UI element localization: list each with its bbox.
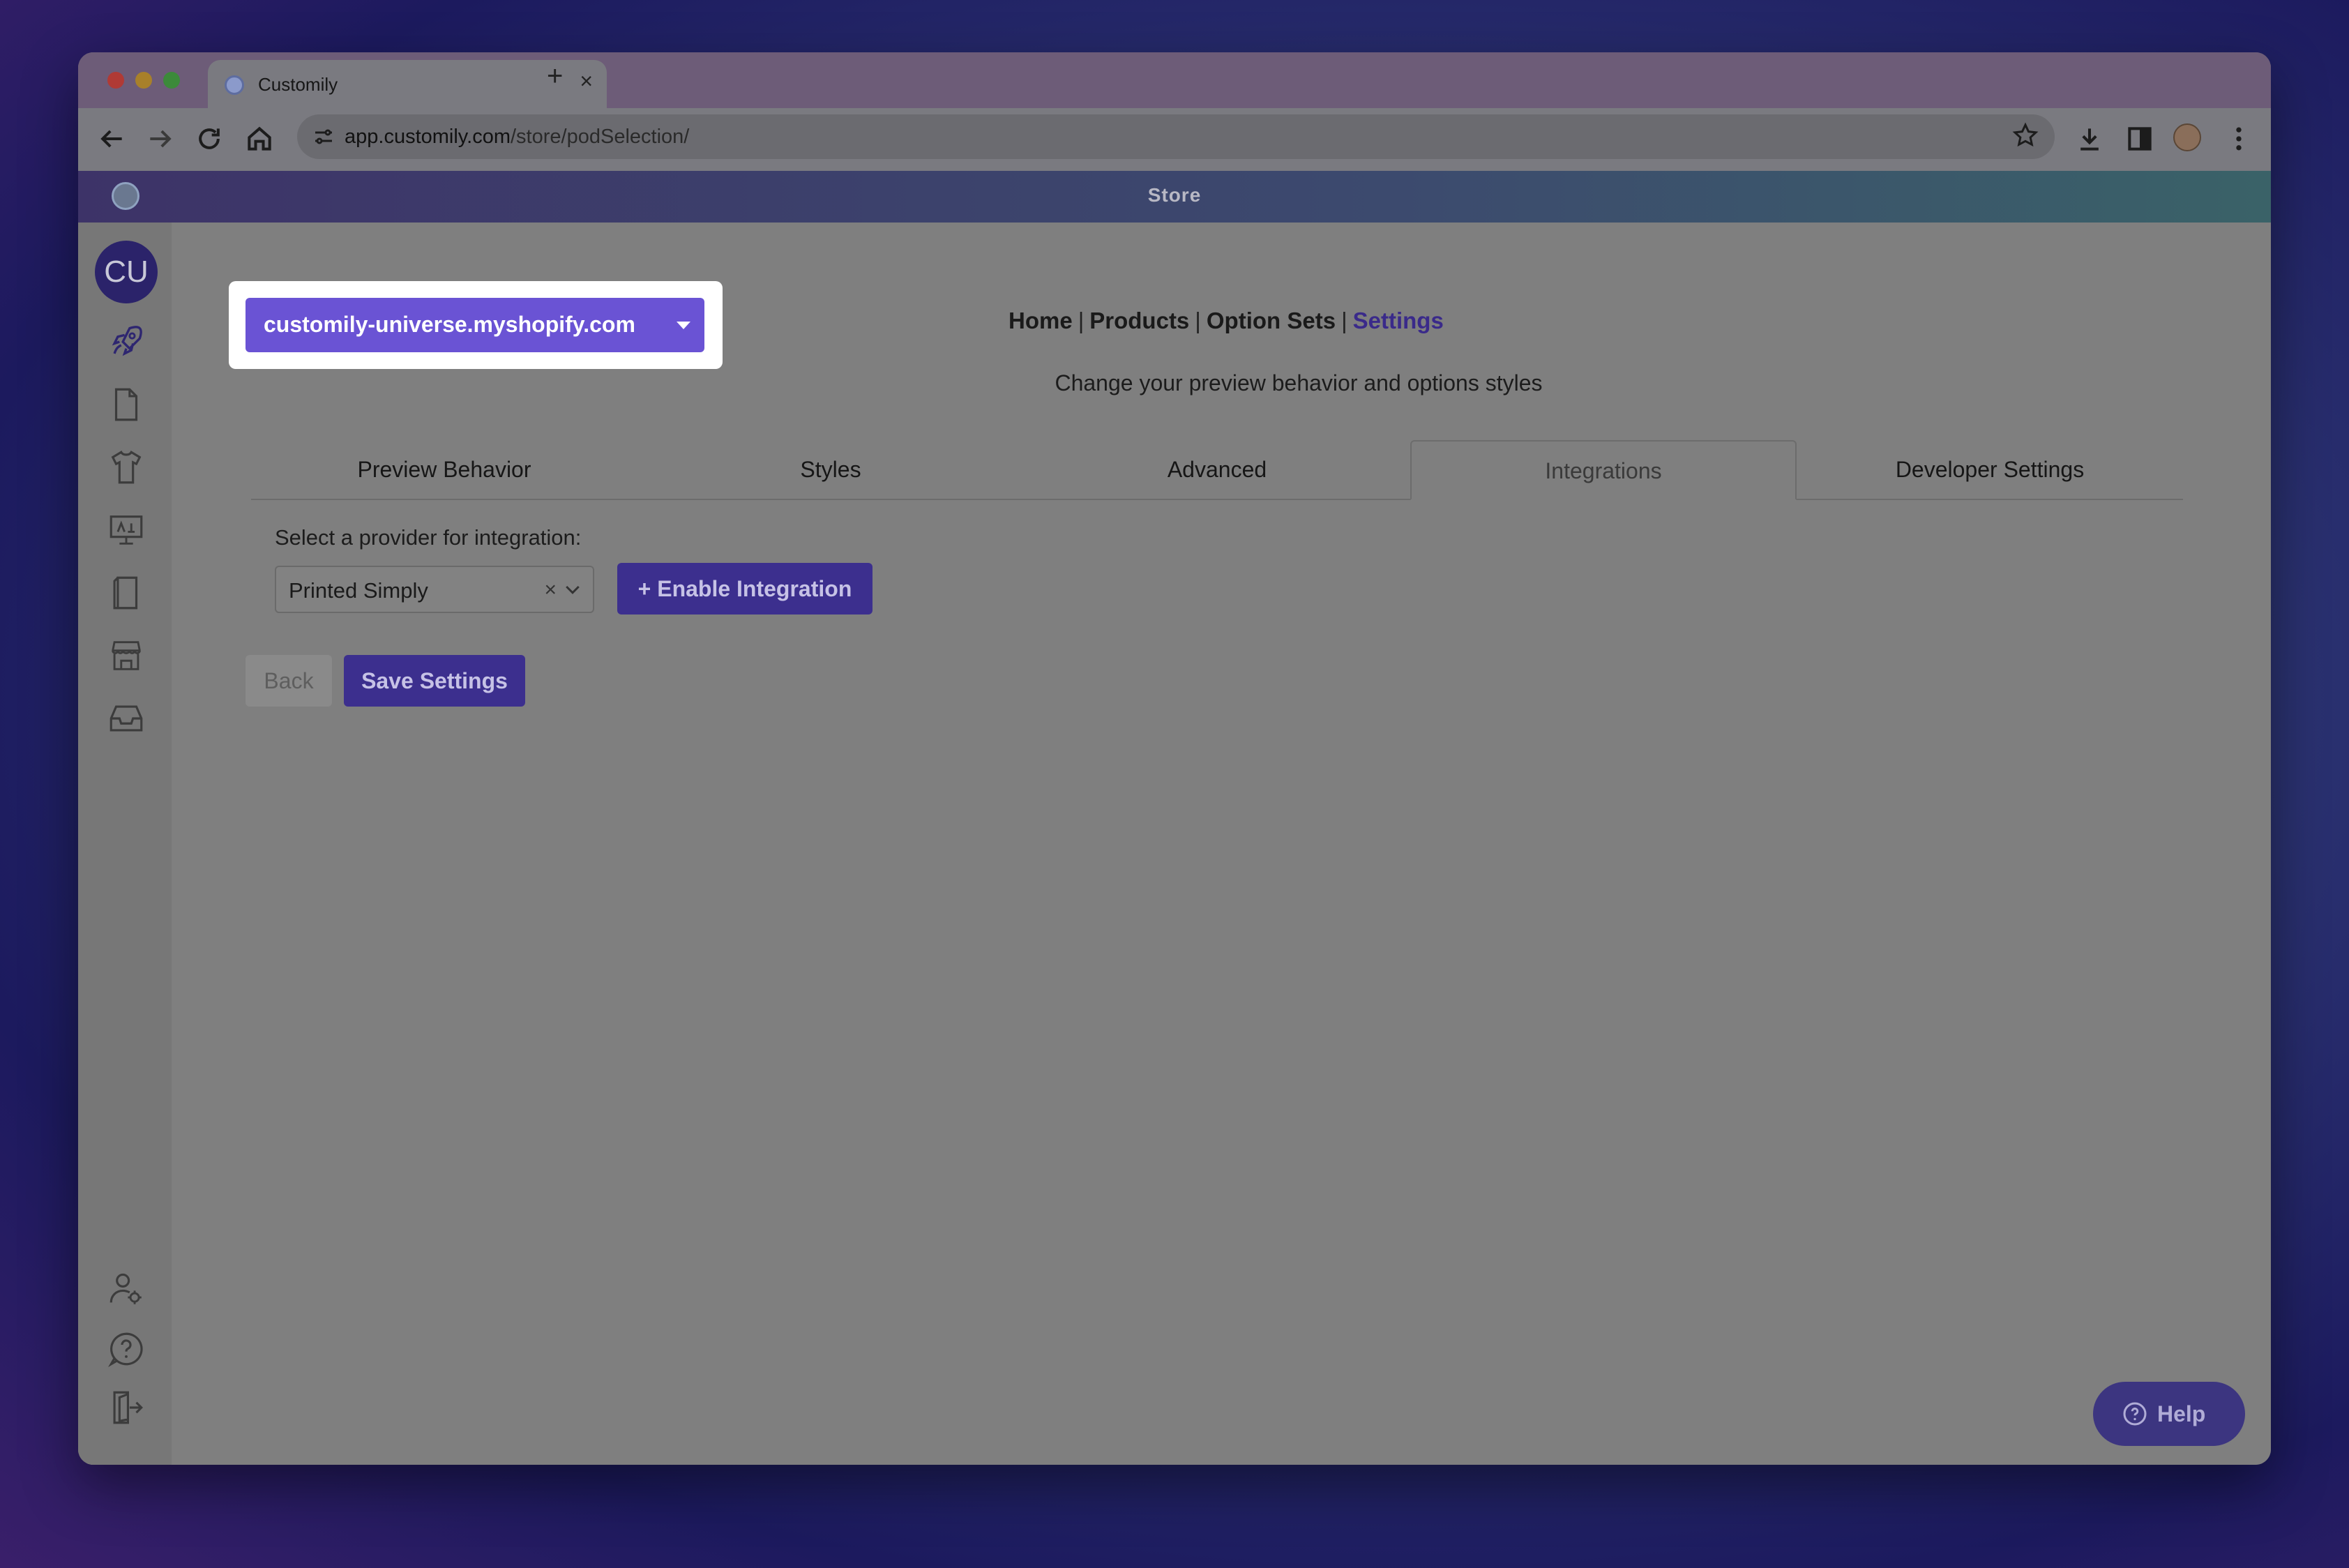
nav-option-sets[interactable]: Option Sets	[1207, 308, 1336, 333]
url-path: /store/podSelection/	[511, 126, 690, 148]
help-button[interactable]: Help	[2093, 1382, 2245, 1446]
nav-separator: |	[1195, 308, 1201, 333]
tshirt-icon[interactable]	[106, 447, 146, 488]
question-circle-icon	[2123, 1402, 2147, 1426]
forward-arrow-icon[interactable]	[145, 123, 176, 154]
url-host: app.customily.com	[345, 126, 511, 148]
provider-selected-value: Printed Simply	[289, 578, 428, 603]
top-navigation: Home | Products | Option Sets | Settings	[1009, 308, 1444, 334]
rocket-icon[interactable]	[106, 322, 146, 362]
inbox-icon[interactable]	[106, 698, 146, 739]
close-window-button[interactable]	[107, 72, 124, 89]
page-subtitle: Change your preview behavior and options…	[1055, 370, 1543, 395]
more-menu-icon[interactable]	[2223, 123, 2254, 154]
nav-separator: |	[1078, 308, 1085, 333]
header-title: Store	[1147, 184, 1202, 206]
tab-developer-settings[interactable]: Developer Settings	[1797, 440, 2183, 499]
store-selector-label: customily-universe.myshopify.com	[264, 312, 635, 337]
storefront-icon[interactable]	[106, 635, 146, 676]
bookmark-star-icon[interactable]	[2011, 121, 2039, 149]
sidebar: CU	[78, 223, 172, 1465]
settings-tabs: Preview Behavior Styles Advanced Integra…	[251, 440, 2183, 500]
chevron-down-icon[interactable]	[562, 580, 583, 601]
maximize-window-button[interactable]	[163, 72, 180, 89]
reload-icon[interactable]	[194, 123, 225, 154]
profile-avatar[interactable]	[2173, 123, 2201, 151]
side-panel-icon[interactable]	[2124, 123, 2155, 154]
app-area: Store CU customily-universe.myshopify.co…	[78, 171, 2271, 1465]
user-avatar[interactable]: CU	[95, 241, 158, 303]
monitor-design-icon[interactable]	[106, 510, 146, 550]
enable-integration-button[interactable]: + Enable Integration	[617, 563, 873, 615]
document-icon[interactable]	[106, 384, 146, 425]
url-text[interactable]: app.customily.com/store/podSelection/	[345, 126, 689, 149]
download-icon[interactable]	[2074, 123, 2105, 154]
help-label: Help	[2157, 1401, 2206, 1426]
tab-advanced[interactable]: Advanced	[1024, 440, 1410, 499]
home-icon[interactable]	[244, 123, 275, 154]
nav-products[interactable]: Products	[1089, 308, 1189, 333]
caret-down-icon	[677, 322, 690, 329]
provider-label: Select a provider for integration:	[275, 525, 582, 550]
tab-title: Customily	[258, 74, 338, 95]
logout-icon[interactable]	[106, 1387, 146, 1428]
nav-home[interactable]: Home	[1009, 308, 1073, 333]
save-settings-button[interactable]: Save Settings	[344, 655, 525, 707]
back-arrow-icon[interactable]	[96, 123, 127, 154]
tab-strip: Customily × +	[78, 52, 2271, 108]
provider-select[interactable]: Printed Simply ×	[275, 566, 594, 613]
clear-selection-icon[interactable]: ×	[544, 578, 557, 602]
help-circle-icon[interactable]	[106, 1329, 146, 1369]
tab-integrations[interactable]: Integrations	[1410, 440, 1797, 500]
site-settings-icon[interactable]	[311, 124, 336, 149]
nav-settings[interactable]: Settings	[1353, 308, 1444, 333]
address-bar[interactable]: app.customily.com/store/podSelection/	[297, 114, 2055, 159]
customily-favicon-icon	[225, 75, 244, 95]
tab-close-icon[interactable]: ×	[580, 70, 593, 92]
browser-window: Customily × + app.customily.com/store/po…	[78, 52, 2271, 1465]
nav-separator: |	[1341, 308, 1347, 333]
browser-toolbar: app.customily.com/store/podSelection/	[78, 108, 2271, 171]
tab-preview-behavior[interactable]: Preview Behavior	[251, 440, 637, 499]
minimize-window-button[interactable]	[135, 72, 152, 89]
new-tab-icon[interactable]: +	[547, 62, 563, 90]
tab-styles[interactable]: Styles	[637, 440, 1024, 499]
store-header-bar: Store	[78, 171, 2271, 223]
notebook-icon[interactable]	[106, 573, 146, 613]
store-selector-dropdown[interactable]: customily-universe.myshopify.com	[246, 298, 704, 352]
back-button[interactable]: Back	[246, 655, 332, 707]
store-selector-highlight: customily-universe.myshopify.com	[229, 281, 723, 369]
user-settings-icon[interactable]	[106, 1269, 146, 1309]
